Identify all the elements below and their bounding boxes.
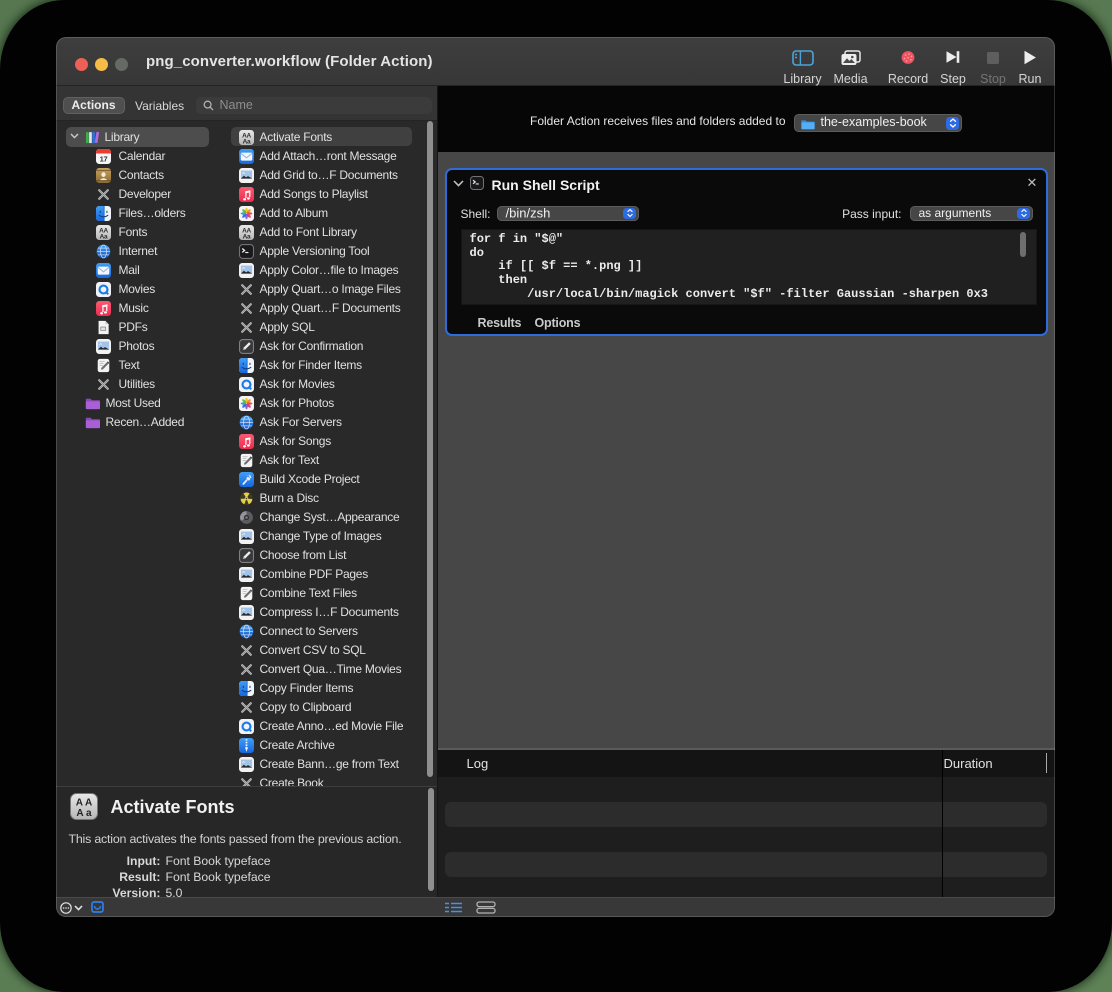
svg-text:A a: A a <box>76 808 92 819</box>
svg-text:A A: A A <box>75 798 91 809</box>
